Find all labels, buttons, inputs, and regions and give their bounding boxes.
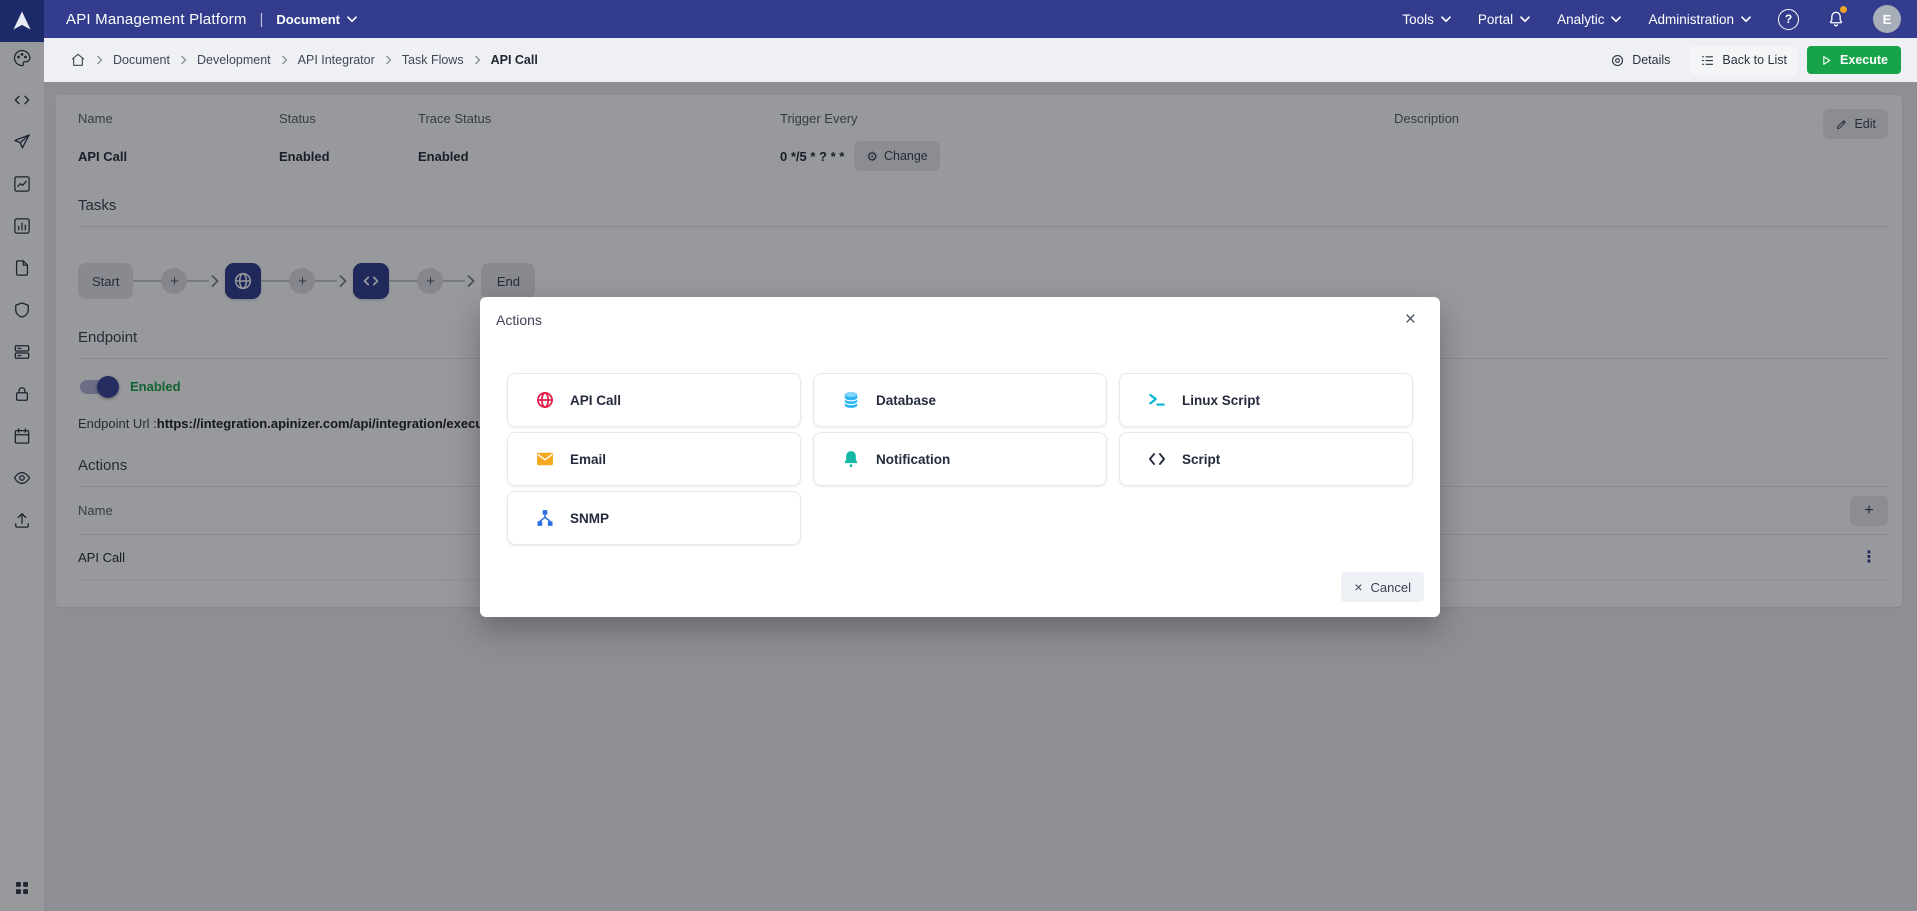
details-icon [1610, 53, 1625, 68]
modal-title: Actions [496, 312, 542, 328]
breadcrumb-bar: Document Development API Integrator Task… [44, 38, 1917, 82]
back-to-list-button[interactable]: Back to List [1690, 46, 1797, 75]
help-icon[interactable]: ? [1778, 9, 1799, 30]
nav-menu-label: Tools [1402, 12, 1434, 27]
database-icon [841, 390, 861, 410]
notifications-bell-icon[interactable] [1826, 9, 1846, 29]
brand-divider: | [260, 11, 264, 28]
nav-menu-label: Administration [1648, 12, 1734, 27]
details-button[interactable]: Details [1600, 46, 1680, 75]
context-menu-document[interactable]: Document [276, 12, 357, 27]
nav-menu-analytic[interactable]: Analytic [1557, 12, 1621, 27]
api-call-globe-icon [535, 390, 555, 410]
action-card-notification[interactable]: Notification [813, 432, 1107, 486]
action-card-label: Script [1182, 452, 1220, 467]
breadcrumb-item[interactable]: Document [113, 53, 170, 67]
action-card-label: SNMP [570, 511, 609, 526]
action-card-script[interactable]: Script [1119, 432, 1413, 486]
action-card-label: API Call [570, 393, 621, 408]
cancel-button[interactable]: × Cancel [1341, 572, 1424, 602]
execute-label: Execute [1840, 53, 1888, 67]
play-icon [1820, 54, 1833, 67]
nav-menu-administration[interactable]: Administration [1648, 12, 1751, 27]
nav-menu-tools[interactable]: Tools [1402, 12, 1451, 27]
linux-terminal-icon [1147, 390, 1167, 410]
breadcrumb-separator [385, 55, 392, 65]
breadcrumb-item[interactable]: Task Flows [402, 53, 464, 67]
breadcrumb-separator [180, 55, 187, 65]
chevron-down-icon [347, 16, 357, 23]
snmp-network-icon [535, 508, 555, 528]
action-card-label: Database [876, 393, 936, 408]
breadcrumb-separator [281, 55, 288, 65]
action-card-snmp[interactable]: SNMP [507, 491, 801, 545]
chevron-down-icon [1520, 16, 1530, 23]
close-icon: × [1354, 580, 1362, 594]
breadcrumb-separator [96, 55, 103, 65]
top-navbar: API Management Platform | Document Tools… [0, 0, 1917, 38]
action-type-grid: API Call Database Linux Script Email Not… [507, 373, 1413, 545]
context-menu-label: Document [276, 12, 340, 27]
chevron-down-icon [1441, 16, 1451, 23]
details-label: Details [1632, 53, 1670, 67]
action-card-api-call[interactable]: API Call [507, 373, 801, 427]
notification-bell-icon [841, 449, 861, 469]
breadcrumb-current: API Call [491, 53, 538, 67]
email-icon [535, 449, 555, 469]
cancel-label: Cancel [1371, 580, 1411, 595]
app-logo[interactable] [0, 0, 44, 42]
breadcrumb-item[interactable]: Development [197, 53, 271, 67]
chevron-down-icon [1741, 16, 1751, 23]
script-code-icon [1147, 449, 1167, 469]
home-icon[interactable] [70, 52, 86, 68]
execute-button[interactable]: Execute [1807, 46, 1901, 74]
close-icon[interactable]: × [1401, 306, 1420, 333]
user-avatar[interactable]: E [1873, 5, 1901, 33]
action-card-database[interactable]: Database [813, 373, 1107, 427]
nav-menu-label: Analytic [1557, 12, 1604, 27]
app-title: API Management Platform [66, 11, 247, 28]
breadcrumb-item[interactable]: API Integrator [298, 53, 375, 67]
nav-menu-portal[interactable]: Portal [1478, 12, 1530, 27]
back-to-list-label: Back to List [1722, 53, 1787, 67]
notification-badge-dot [1840, 6, 1847, 13]
breadcrumb-separator [474, 55, 481, 65]
nav-menu-label: Portal [1478, 12, 1513, 27]
list-icon [1700, 53, 1715, 68]
chevron-down-icon [1611, 16, 1621, 23]
action-card-label: Linux Script [1182, 393, 1260, 408]
action-card-label: Notification [876, 452, 950, 467]
actions-modal: Actions × API Call Database Linux Script… [480, 297, 1440, 617]
action-card-email[interactable]: Email [507, 432, 801, 486]
action-card-label: Email [570, 452, 606, 467]
action-card-linux-script[interactable]: Linux Script [1119, 373, 1413, 427]
